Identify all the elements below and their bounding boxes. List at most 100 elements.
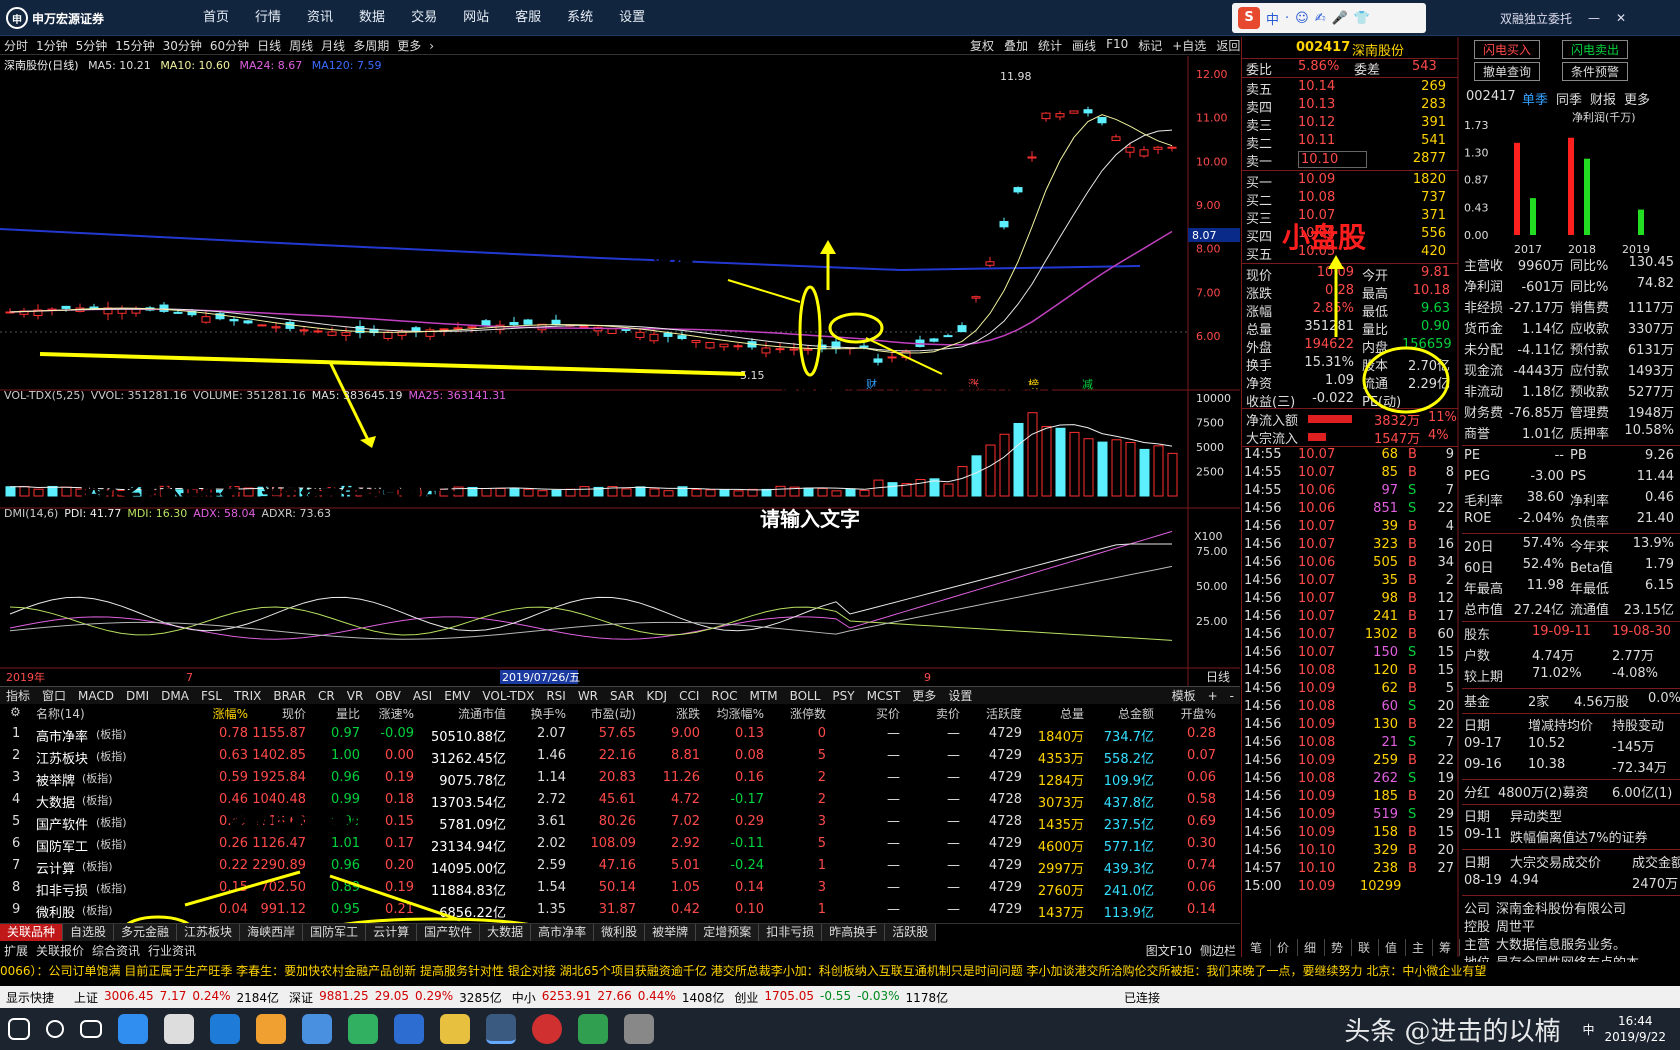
clock[interactable]: 16:44 2019/9/22	[1604, 1013, 1666, 1045]
sector-tab[interactable]: 多元金融	[114, 924, 178, 941]
mic-icon[interactable]: 🎤	[1332, 11, 1348, 26]
index-sh[interactable]: 上证 3006.45 7.17 0.24% 2184亿	[74, 989, 279, 1006]
sector-tab[interactable]: 高市净率	[531, 924, 595, 941]
sector-tab[interactable]: 大数据	[480, 924, 532, 941]
search-icon[interactable]	[46, 1020, 64, 1038]
quote-bottom-tab[interactable]: 联	[1358, 939, 1380, 956]
period-30m[interactable]: 30分钟	[159, 37, 206, 54]
trade-button[interactable]: 撤单查询	[1474, 62, 1541, 81]
trade-button[interactable]: 闪电卖出	[1562, 40, 1629, 59]
event-mark-reduce[interactable]: 减	[1082, 378, 1093, 391]
quote-bottom-tab[interactable]: 细	[1304, 939, 1326, 956]
media-icon[interactable]	[348, 1014, 378, 1044]
app-icon[interactable]	[578, 1014, 608, 1044]
minimize-icon[interactable]: —	[1588, 11, 1600, 25]
period-more[interactable]: 更多	[393, 37, 425, 54]
menu-trade[interactable]: 交易	[398, 0, 450, 36]
close-icon[interactable]: ✕	[1616, 11, 1626, 25]
nav-sidebar[interactable]: 侧边栏	[1196, 942, 1240, 959]
quote-bottom-tab[interactable]: 势	[1331, 939, 1353, 956]
sector-tab[interactable]: 自选股	[63, 924, 115, 941]
ime-lang[interactable]: 中	[1266, 9, 1279, 28]
period-5m[interactable]: 5分钟	[72, 37, 112, 54]
skin-icon[interactable]: 👕	[1354, 11, 1370, 26]
trading-app-icon[interactable]	[486, 1014, 516, 1044]
tool-stats[interactable]: 统计	[1033, 37, 1067, 55]
menu-service[interactable]: 客服	[502, 0, 554, 36]
sector-tab[interactable]: 昨高换手	[822, 924, 886, 941]
sector-tab[interactable]: 被举牌	[645, 924, 697, 941]
period-week[interactable]: 周线	[285, 37, 317, 54]
period-day[interactable]: 日线	[253, 37, 285, 54]
menu-system[interactable]: 系统	[554, 0, 606, 36]
sector-tab[interactable]: 活跃股	[885, 924, 937, 941]
tool-draw[interactable]: 画线	[1067, 37, 1101, 55]
period-multi[interactable]: 多周期	[349, 37, 393, 54]
index-zx[interactable]: 中小 6253.91 27.66 0.44% 1408亿	[512, 989, 725, 1006]
tool-overlay[interactable]: 叠加	[999, 37, 1033, 55]
f10-tab[interactable]: 单季	[1522, 89, 1548, 108]
nav-f10[interactable]: 图文F10	[1142, 942, 1196, 959]
pdf-icon[interactable]	[394, 1014, 424, 1044]
app-icon[interactable]	[256, 1014, 286, 1044]
sector-tab[interactable]: 定增预案	[696, 924, 760, 941]
quick-display[interactable]: 显示快捷	[6, 989, 54, 1006]
nav-general-news[interactable]: 综合资讯	[88, 942, 144, 959]
f10-tab[interactable]: 同季	[1556, 89, 1582, 108]
paint-icon[interactable]	[624, 1014, 654, 1044]
connection-status[interactable]: 已连接	[1124, 989, 1160, 1006]
kline-chart[interactable]: 12.00 11.00 10.00 9.00 8.00 7.00 6.00 8.07 11.…	[0, 56, 1240, 686]
tool-restore-rights[interactable]: 复权	[965, 37, 999, 55]
sector-tab[interactable]: 国防军工	[303, 924, 367, 941]
menu-home[interactable]: 首页	[190, 0, 242, 36]
trade-button[interactable]: 闪电买入	[1474, 40, 1541, 59]
sector-tab[interactable]: 扣非亏损	[759, 924, 823, 941]
quote-bottom-tab[interactable]: 价	[1277, 939, 1299, 956]
tool-mark[interactable]: 标记	[1133, 37, 1167, 55]
sector-tab[interactable]: 关联品种	[0, 924, 64, 941]
emoji-icon[interactable]: ☺	[1295, 11, 1309, 26]
window-title[interactable]: 双融独立委托	[1500, 10, 1572, 27]
index-sz[interactable]: 深证 9881.25 29.05 0.29% 3285亿	[289, 989, 502, 1006]
windows-start-icon[interactable]	[8, 1018, 30, 1040]
sector-tab[interactable]: 海峡西岸	[240, 924, 304, 941]
menu-quotes[interactable]: 行情	[242, 0, 294, 36]
sector-tab[interactable]: 江苏板块	[177, 924, 241, 941]
folder-icon[interactable]	[440, 1014, 470, 1044]
period-60m[interactable]: 60分钟	[206, 37, 253, 54]
task-view-icon[interactable]	[80, 1020, 102, 1038]
news-ticker[interactable]: 0066）：公司订单饱满 目前正属于生产旺季 李春生：要加快农村金融产品创新 提…	[0, 962, 1680, 982]
menu-data[interactable]: 数据	[346, 0, 398, 36]
nav-industry-news[interactable]: 行业资讯	[144, 942, 200, 959]
menu-news[interactable]: 资讯	[294, 0, 346, 36]
handwrite-icon[interactable]: ✍	[1315, 11, 1326, 26]
period-1m[interactable]: 1分钟	[32, 37, 72, 54]
mail-icon[interactable]	[164, 1014, 194, 1044]
tool-add-watch[interactable]: +自选	[1167, 37, 1211, 55]
nav-extend[interactable]: 扩展	[0, 942, 32, 959]
browser-icon[interactable]	[118, 1014, 148, 1044]
app-icon[interactable]	[532, 1014, 562, 1044]
quote-bottom-tab[interactable]: 筹	[1439, 939, 1461, 956]
f10-tab[interactable]: 财报	[1590, 89, 1616, 108]
ime-punct[interactable]: ·	[1285, 11, 1289, 26]
menu-settings[interactable]: 设置	[606, 0, 658, 36]
sector-tab[interactable]: 云计算	[366, 924, 418, 941]
trade-button[interactable]: 条件预警	[1562, 62, 1629, 81]
sector-tab[interactable]: 国产软件	[417, 924, 481, 941]
ime-toolbar[interactable]: S 中 · ☺ ✍ 🎤 👕	[1232, 3, 1426, 33]
edge-icon[interactable]	[210, 1014, 240, 1044]
quote-bottom-tab[interactable]: 值	[1385, 939, 1407, 956]
period-month[interactable]: 月线	[317, 37, 349, 54]
f10-tab[interactable]: 更多	[1624, 89, 1650, 108]
nav-related-quotes[interactable]: 关联报价	[32, 942, 88, 959]
period-15m[interactable]: 15分钟	[111, 37, 158, 54]
tool-f10[interactable]: F10	[1101, 37, 1133, 55]
period-tick[interactable]: 分时	[0, 37, 32, 54]
ime-indicator[interactable]: 中	[1582, 1021, 1594, 1038]
menu-website[interactable]: 网站	[450, 0, 502, 36]
quote-bottom-tab[interactable]: 笔	[1250, 939, 1272, 956]
app-icon[interactable]	[302, 1014, 332, 1044]
index-cy[interactable]: 创业 1705.05 -0.55 -0.03% 1178亿	[734, 989, 948, 1006]
sector-tab[interactable]: 微利股	[594, 924, 646, 941]
